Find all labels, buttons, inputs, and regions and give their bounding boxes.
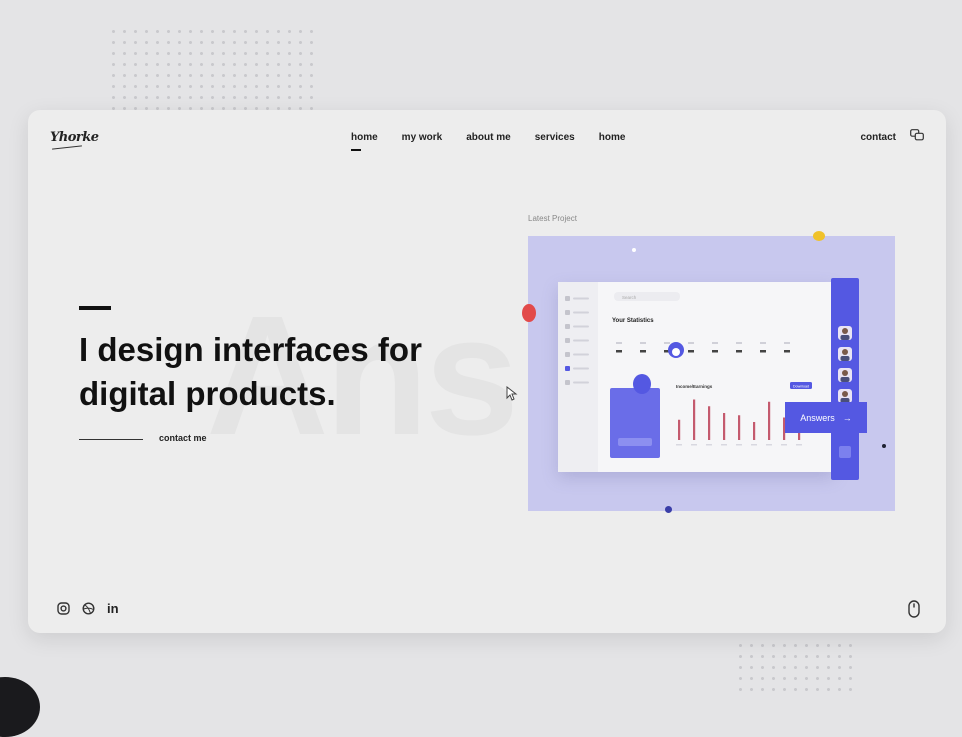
mockup-nav-label xyxy=(573,339,589,342)
mockup-stat-label xyxy=(760,342,766,344)
latest-project-label: Latest Project xyxy=(528,214,577,223)
mockup-stat-label xyxy=(664,342,670,344)
decor-dot-white xyxy=(632,248,636,252)
mockup-bar xyxy=(723,413,726,440)
mockup-bar xyxy=(693,399,696,440)
hero-headline: I design interfaces for digital products… xyxy=(79,328,499,416)
mockup-chart-title: Income/Earnings xyxy=(676,384,713,389)
dashboard-mockup: Search Your Statistics Income/Earnings D… xyxy=(558,278,859,480)
mockup-title: Your Statistics xyxy=(612,318,654,324)
mockup-nav-label xyxy=(573,297,589,300)
corner-decoration xyxy=(0,677,40,737)
cta-line xyxy=(79,439,143,440)
mockup-nav-icon xyxy=(565,366,570,371)
mockup-bar xyxy=(678,419,681,440)
mockup-bar xyxy=(768,401,771,440)
mockup-stat-value xyxy=(640,350,646,353)
nav-home[interactable]: home xyxy=(351,132,378,151)
mockup-bar-label xyxy=(736,444,742,446)
mockup-avatar-body xyxy=(840,377,850,382)
mockup-bar xyxy=(738,415,741,440)
mockup-bar-label xyxy=(766,444,772,446)
mockup-stat-value xyxy=(760,350,766,353)
mockup-bar-label xyxy=(691,444,697,446)
mockup-bar-label xyxy=(781,444,787,446)
mockup-nav-icon xyxy=(565,338,570,343)
headline-line-1: I design interfaces for xyxy=(79,331,422,368)
mockup-nav-label xyxy=(573,367,589,370)
decor-dot-red xyxy=(522,304,536,322)
dot-pattern-top xyxy=(108,26,320,110)
decor-dot-blue xyxy=(665,506,672,513)
mockup-stat-value xyxy=(688,350,694,353)
logo[interactable]: Yhorke xyxy=(50,130,99,145)
mockup-stat-label xyxy=(616,342,622,344)
mockup-bar xyxy=(708,406,711,440)
mockup-bar xyxy=(753,422,756,440)
mockup-stat-label xyxy=(640,342,646,344)
mockup-stat-value xyxy=(712,350,718,353)
mockup-bar-label xyxy=(721,444,727,446)
mockup-bar-label xyxy=(751,444,757,446)
mouse-scroll-icon[interactable] xyxy=(908,600,920,618)
decor-dot-yellow xyxy=(813,231,825,241)
mockup-avatar-head xyxy=(842,349,848,355)
chat-bubbles-icon[interactable] xyxy=(910,129,924,141)
mockup-chart-button: Download xyxy=(793,385,809,389)
mouse-pointer-icon xyxy=(506,385,518,406)
mockup-stat-label xyxy=(784,342,790,344)
headline-dash xyxy=(79,306,111,310)
nav-services[interactable]: services xyxy=(535,132,575,143)
instagram-icon[interactable] xyxy=(57,602,70,615)
dot-pattern-bottom xyxy=(735,640,860,697)
dribbble-icon[interactable] xyxy=(82,602,95,615)
mockup-bar-label xyxy=(676,444,682,446)
arrow-right-icon: → xyxy=(842,412,852,423)
mockup-avatar-head xyxy=(842,328,848,334)
linkedin-icon[interactable]: in xyxy=(107,601,119,616)
mockup-stat-label xyxy=(688,342,694,344)
contact-me-link[interactable]: contact me xyxy=(159,433,207,443)
main-navigation: home my work about me services home xyxy=(351,132,626,151)
nav-home-2[interactable]: home xyxy=(599,132,626,143)
headline-line-2: digital products. xyxy=(79,375,336,412)
mockup-avatar-body xyxy=(840,356,850,361)
mockup-nav-icon xyxy=(565,296,570,301)
mockup-nav-label xyxy=(573,353,589,356)
mockup-stat-value xyxy=(616,350,622,353)
answers-button-label: Answers xyxy=(800,412,835,423)
mockup-nav-icon xyxy=(565,324,570,329)
mockup-nav-label xyxy=(573,311,589,314)
mockup-stat-value xyxy=(736,350,742,353)
mockup-stat-label xyxy=(712,342,718,344)
mockup-stat-label xyxy=(736,342,742,344)
mockup-bar-label xyxy=(706,444,712,446)
mockup-nav-icon xyxy=(565,310,570,315)
mockup-stat-value xyxy=(784,350,790,353)
answers-button[interactable]: Answers → xyxy=(785,402,867,433)
project-preview[interactable]: Search Your Statistics Income/Earnings D… xyxy=(522,231,895,513)
website-card: Ans Yhorke home my work about me service… xyxy=(28,110,946,633)
mockup-nav-label xyxy=(573,325,589,328)
nav-my-work[interactable]: my work xyxy=(402,132,443,143)
mockup-nav-label xyxy=(573,381,589,384)
social-links: in xyxy=(57,601,119,616)
mockup-avatar-head xyxy=(842,370,848,376)
mockup-avatar-head xyxy=(842,391,848,397)
mockup-nav-icon xyxy=(565,352,570,357)
nav-about-me[interactable]: about me xyxy=(466,132,510,143)
mockup-avatar-body xyxy=(840,335,850,340)
mockup-bar-label xyxy=(796,444,802,446)
mockup-search-placeholder: Search xyxy=(622,295,637,300)
mockup-nav-icon xyxy=(565,380,570,385)
decor-dot-dark xyxy=(882,444,886,448)
nav-contact[interactable]: contact xyxy=(860,132,896,143)
